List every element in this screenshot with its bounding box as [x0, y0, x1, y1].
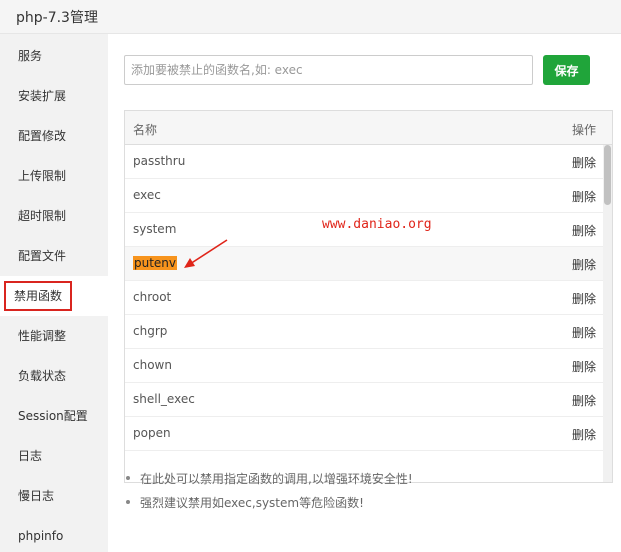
function-name: chown: [133, 358, 172, 372]
delete-link[interactable]: 删除: [572, 426, 596, 443]
annotation-arrow-icon: [184, 239, 228, 268]
table-row: chroot 删除: [125, 281, 605, 315]
delete-link[interactable]: 删除: [572, 154, 596, 171]
sidebar-item-label: 性能调整: [18, 329, 67, 343]
save-button[interactable]: 保存: [543, 55, 590, 85]
function-name: chroot: [133, 290, 172, 304]
sidebar-item-install-extension[interactable]: 安装扩展: [0, 76, 108, 116]
table-row: exec 删除: [125, 179, 605, 213]
column-header-name: 名称: [133, 123, 158, 137]
tip-item: 强烈建议禁用如exec,system等危险函数!: [124, 494, 413, 518]
sidebar-item-performance[interactable]: 性能调整: [0, 316, 108, 356]
sidebar-item-upload-limit[interactable]: 上传限制: [0, 156, 108, 196]
sidebar-item-label: 日志: [18, 449, 43, 463]
delete-link[interactable]: 删除: [572, 324, 596, 341]
table-row: passthru 删除: [125, 145, 605, 179]
sidebar-item-label: Session配置: [18, 409, 88, 423]
delete-link[interactable]: 删除: [572, 256, 596, 273]
sidebar-item-label: 安装扩展: [18, 89, 67, 103]
function-name: exec: [133, 188, 161, 202]
sidebar-item-service[interactable]: 服务: [0, 36, 108, 76]
sidebar-item-label: 上传限制: [18, 169, 67, 183]
sidebar-item-label: 配置修改: [18, 129, 67, 143]
function-name: passthru: [133, 154, 186, 168]
sidebar: 服务 安装扩展 配置修改 上传限制 超时限制 配置文件 禁用函数 性能调整 负载…: [0, 34, 108, 552]
table-row: chown 删除: [125, 349, 605, 383]
sidebar-item-label: 服务: [18, 49, 43, 63]
sidebar-item-phpinfo[interactable]: phpinfo: [0, 516, 108, 552]
sidebar-item-label: 配置文件: [18, 249, 67, 263]
sidebar-item-label: 禁用函数: [3, 281, 73, 311]
delete-link[interactable]: 删除: [572, 188, 596, 205]
watermark-text: www.daniao.org: [322, 217, 432, 232]
disabled-functions-table: 名称 操作 passthru 删除 exec 删除 system 删除 pute…: [124, 110, 613, 483]
sidebar-item-config-edit[interactable]: 配置修改: [0, 116, 108, 156]
sidebar-item-label: 超时限制: [18, 209, 67, 223]
function-name: popen: [133, 426, 171, 440]
table-scrollbar[interactable]: [603, 145, 612, 482]
sidebar-item-load-status[interactable]: 负载状态: [0, 356, 108, 396]
tip-item: 在此处可以禁用指定函数的调用,以增强环境安全性!: [124, 470, 413, 494]
column-header-actions: 操作: [571, 123, 596, 137]
sidebar-item-slow-log[interactable]: 慢日志: [0, 476, 108, 516]
window-titlebar: php-7.3管理: [0, 0, 621, 34]
delete-link[interactable]: 删除: [572, 392, 596, 409]
table-row: chgrp 删除: [125, 315, 605, 349]
window-title: php-7.3管理: [16, 10, 98, 26]
delete-link[interactable]: 删除: [572, 222, 596, 239]
sidebar-item-label: 负载状态: [18, 369, 67, 383]
delete-link[interactable]: 删除: [572, 358, 596, 375]
sidebar-item-timeout-limit[interactable]: 超时限制: [0, 196, 108, 236]
sidebar-item-session-config[interactable]: Session配置: [0, 396, 108, 436]
sidebar-item-disabled-functions[interactable]: 禁用函数: [0, 276, 108, 316]
help-tips: 在此处可以禁用指定函数的调用,以增强环境安全性! 强烈建议禁用如exec,sys…: [124, 470, 413, 518]
sidebar-item-log[interactable]: 日志: [0, 436, 108, 476]
function-name: putenv: [133, 256, 178, 270]
function-name-input[interactable]: [124, 55, 533, 85]
sidebar-item-label: 慢日志: [18, 489, 55, 503]
table-row: shell_exec 删除: [125, 383, 605, 417]
sidebar-item-config-file[interactable]: 配置文件: [0, 236, 108, 276]
function-name: system: [133, 222, 177, 236]
delete-link[interactable]: 删除: [572, 290, 596, 307]
table-header: 名称 操作: [125, 111, 612, 145]
sidebar-item-label: phpinfo: [18, 529, 64, 543]
function-name: chgrp: [133, 324, 168, 338]
table-row: popen 删除: [125, 417, 605, 451]
scrollbar-thumb[interactable]: [604, 145, 611, 205]
function-name: shell_exec: [133, 392, 195, 406]
